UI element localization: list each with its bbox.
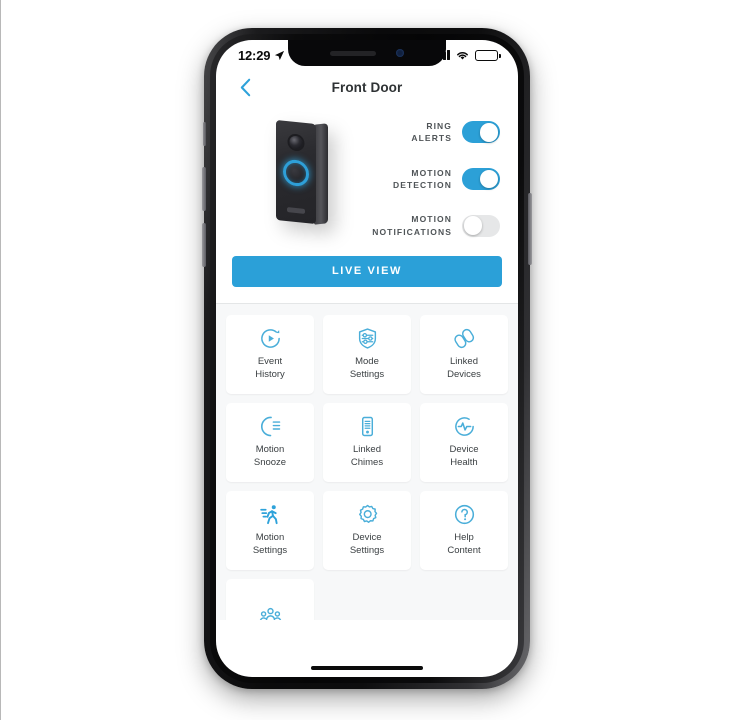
page-title: Front Door — [331, 79, 403, 95]
doorbell-side-face — [314, 123, 328, 225]
front-camera-icon — [396, 49, 404, 57]
tile-label: Event History — [255, 356, 285, 380]
tile-help-content[interactable]: Help Content — [420, 490, 508, 570]
device-image — [232, 110, 372, 238]
earpiece-speaker-icon — [330, 50, 376, 56]
back-button[interactable] — [232, 74, 258, 100]
tile-label: Linked Chimes — [350, 444, 384, 468]
toggle-label-motion-notifications: MOTION NOTIFICATIONS — [372, 214, 452, 237]
notch — [288, 40, 446, 66]
location-arrow-icon — [275, 50, 285, 60]
tile-label: Device Health — [449, 444, 479, 468]
phone-screen: 12:29 Front Door RING ALERTS MOTION DETE… — [216, 40, 518, 677]
home-indicator[interactable] — [311, 666, 423, 670]
toggle-label-ring-alerts: RING ALERTS — [411, 121, 452, 144]
chevron-left-icon — [240, 78, 250, 96]
device-health-icon — [453, 415, 476, 438]
tile-mode-settings[interactable]: Mode Settings — [323, 314, 411, 394]
device-overview-panel: RING ALERTS MOTION DETECTION MOTION NOTI… — [216, 104, 518, 248]
motion-snooze-icon — [259, 415, 282, 438]
device-settings-icon — [356, 503, 379, 526]
toggle-list: RING ALERTS MOTION DETECTION MOTION NOTI… — [372, 110, 502, 238]
tile-label: Device Settings — [349, 532, 385, 556]
wifi-icon — [457, 51, 468, 60]
status-bar-left: 12:29 — [238, 48, 285, 63]
motion-settings-icon — [259, 503, 282, 526]
tile-label: Motion Snooze — [253, 444, 287, 468]
status-bar-time: 12:29 — [238, 47, 271, 63]
battery-icon — [475, 49, 501, 61]
tile-event-history[interactable]: Event History — [226, 314, 314, 394]
doorbell-brand-logo — [287, 207, 305, 214]
tile-label: Mode Settings — [349, 356, 385, 380]
toggle-knob — [479, 169, 499, 189]
motion-notifications-toggle[interactable] — [462, 214, 500, 237]
help-content-icon — [453, 503, 476, 526]
linked-devices-icon — [453, 327, 476, 350]
feature-tile-grid: Event History Mode Settings Linked Devic… — [226, 314, 508, 620]
screenshot-canvas: 12:29 Front Door RING ALERTS MOTION DETE… — [0, 0, 732, 720]
ring-alerts-toggle[interactable] — [462, 121, 500, 144]
mode-settings-icon — [356, 327, 379, 350]
live-view-button[interactable]: LIVE VIEW — [232, 255, 502, 287]
motion-detection-toggle[interactable] — [462, 167, 500, 190]
toggle-row-ring-alerts: RING ALERTS — [372, 120, 500, 145]
ring-doorbell-illustration — [276, 119, 328, 226]
volume-down-button[interactable] — [202, 223, 206, 267]
tile-label: Help Content — [447, 532, 481, 556]
doorbell-front-face — [276, 119, 316, 225]
shared-users-icon — [259, 604, 282, 620]
tile-device-health[interactable]: Device Health — [420, 402, 508, 482]
tile-linked-devices[interactable]: Linked Devices — [420, 314, 508, 394]
linked-chimes-icon — [356, 415, 379, 438]
tile-device-settings[interactable]: Device Settings — [323, 490, 411, 570]
toggle-knob — [463, 216, 483, 235]
tile-motion-settings[interactable]: Motion Settings — [226, 490, 314, 570]
navigation-bar: Front Door — [216, 70, 518, 104]
toggle-row-motion-detection: MOTION DETECTION — [372, 167, 500, 192]
feature-tile-area: Event History Mode Settings Linked Devic… — [216, 303, 518, 620]
doorbell-camera-lens-icon — [289, 135, 303, 150]
tile-label: Motion Settings — [252, 532, 288, 556]
tile-shared-users[interactable] — [226, 578, 314, 620]
tile-linked-chimes[interactable]: Linked Chimes — [323, 402, 411, 482]
tile-label: Linked Devices — [447, 356, 481, 380]
toggle-label-motion-detection: MOTION DETECTION — [392, 167, 452, 190]
phone-device-frame: 12:29 Front Door RING ALERTS MOTION DETE… — [202, 28, 532, 689]
volume-up-button[interactable] — [202, 167, 206, 211]
doorbell-light-ring — [283, 158, 309, 188]
live-view-section: LIVE VIEW — [216, 247, 518, 303]
toggle-knob — [479, 122, 499, 142]
power-button[interactable] — [528, 193, 532, 265]
mute-switch-button[interactable] — [203, 122, 206, 146]
toggle-row-motion-notifications: MOTION NOTIFICATIONS — [372, 213, 500, 238]
tile-motion-snooze[interactable]: Motion Snooze — [226, 402, 314, 482]
event-history-icon — [259, 327, 282, 350]
